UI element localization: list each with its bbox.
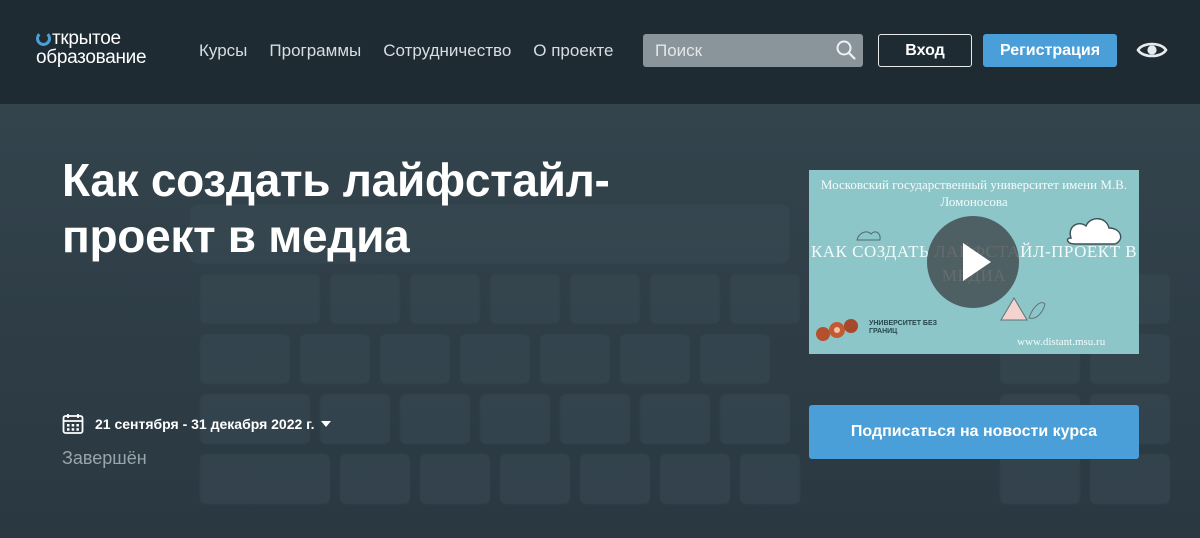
search-icon[interactable]: [835, 39, 857, 61]
login-button[interactable]: Вход: [878, 34, 972, 67]
calendar-icon: [62, 414, 84, 434]
course-hero: Как создать лайфстайл-проект в медиа Мос…: [0, 104, 1200, 538]
course-video-preview[interactable]: Московский государственный университет и…: [809, 170, 1139, 354]
search-input[interactable]: [643, 34, 863, 67]
course-status: Завершён: [62, 448, 147, 468]
course-dates-text: 21 сентября - 31 декабря 2022 г.: [95, 416, 315, 432]
caret-down-icon[interactable]: [320, 421, 331, 427]
course-dates[interactable]: 21 сентября - 31 декабря 2022 г.: [62, 412, 331, 436]
logo-ring-icon: [36, 31, 51, 46]
nav-item-cooperation[interactable]: Сотрудничество: [383, 40, 511, 62]
nav-item-courses[interactable]: Курсы: [199, 40, 247, 62]
register-button[interactable]: Регистрация: [983, 34, 1117, 67]
nav-item-programs[interactable]: Программы: [269, 40, 361, 62]
subscribe-button[interactable]: Подписаться на новости курса: [809, 405, 1139, 459]
nav-item-about[interactable]: О проекте: [533, 40, 613, 62]
search-box: [643, 34, 863, 67]
main-nav: Курсы Программы Сотрудничество О проекте: [199, 40, 613, 62]
video-site-url: www.distant.msu.ru: [1017, 336, 1106, 348]
eye-icon[interactable]: [1136, 38, 1168, 62]
play-icon[interactable]: [927, 216, 1019, 308]
site-header: ткрытое образование Курсы Программы Сотр…: [0, 0, 1200, 104]
logo-text-line2: образование: [36, 47, 147, 68]
video-brand-label: УНИВЕРСИТЕТ БЕЗ ГРАНИЦ: [869, 320, 937, 335]
logo[interactable]: ткрытое образование: [36, 28, 176, 72]
course-title: Как создать лайфстайл-проект в медиа: [62, 154, 610, 262]
